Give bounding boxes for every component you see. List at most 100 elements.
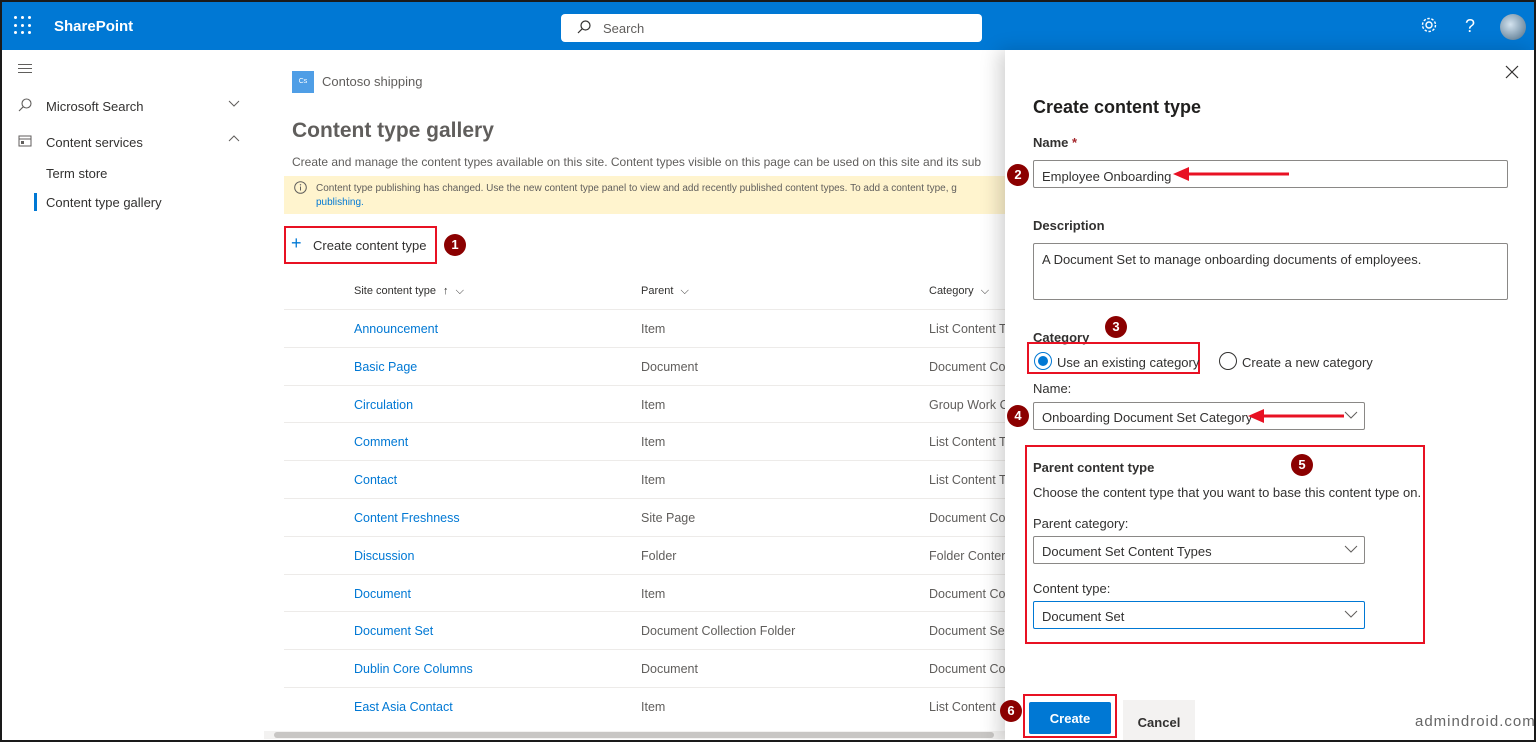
content-type-dropdown[interactable]: Document Set bbox=[1033, 601, 1365, 629]
chevron-down-icon bbox=[1344, 606, 1358, 623]
notice-text: Content type publishing has changed. Use… bbox=[316, 183, 957, 194]
create-content-type-button[interactable]: + Create content type bbox=[284, 226, 437, 264]
radio-new-category-label[interactable]: Create a new category bbox=[1242, 355, 1373, 370]
table-row[interactable]: Content Freshness Site Page Document Co bbox=[284, 499, 1016, 537]
content-type-value: Document Set bbox=[1042, 609, 1125, 624]
table-row[interactable]: Circulation Item Group Work C bbox=[284, 386, 1016, 424]
content-type-link[interactable]: Document bbox=[354, 587, 411, 601]
search-box[interactable]: Search bbox=[561, 14, 982, 42]
chevron-down-icon bbox=[1344, 541, 1358, 558]
content-type-link[interactable]: Document Set bbox=[354, 624, 433, 638]
hamburger-menu-icon[interactable] bbox=[18, 64, 32, 76]
content-type-table: Site content type ↑ ⌵ Parent ⌵ Category … bbox=[284, 274, 1016, 726]
table-row[interactable]: Basic Page Document Document Co bbox=[284, 348, 1016, 386]
content-type-link[interactable]: Comment bbox=[354, 435, 408, 449]
notice-link[interactable]: publishing. bbox=[316, 197, 364, 208]
screenshot-frame: SharePoint Search ? Microsoft Search Con… bbox=[0, 0, 1536, 742]
nav-item-content-services[interactable]: Content services bbox=[18, 130, 246, 154]
column-header-site-content-type[interactable]: Site content type ↑ ⌵ bbox=[354, 285, 464, 298]
nav-item-label: Content services bbox=[46, 135, 143, 150]
nav-subitem-term-store[interactable]: Term store bbox=[46, 166, 107, 181]
radio-existing-category-label[interactable]: Use an existing category bbox=[1057, 355, 1199, 370]
create-content-type-panel: Create content type Name * Employee Onbo… bbox=[1000, 50, 1534, 740]
nav-subitem-content-type-gallery[interactable]: Content type gallery bbox=[46, 195, 162, 210]
content-type-link[interactable]: East Asia Contact bbox=[354, 700, 453, 714]
horizontal-scrollbar[interactable] bbox=[264, 731, 1006, 739]
category-cell: Document Co bbox=[929, 359, 1006, 374]
category-cell: Folder Conter bbox=[929, 548, 1006, 563]
column-header-label: Category bbox=[929, 285, 974, 297]
table-row[interactable]: Comment Item List Content T bbox=[284, 423, 1016, 462]
table-row[interactable]: Discussion Folder Folder Conter bbox=[284, 537, 1016, 575]
description-label: Description bbox=[1033, 218, 1105, 233]
help-icon[interactable]: ? bbox=[1465, 16, 1475, 37]
parent-cell: Item bbox=[641, 397, 666, 412]
chevron-down-icon: ⌵ bbox=[455, 285, 464, 297]
description-field[interactable]: A Document Set to manage onboarding docu… bbox=[1033, 243, 1508, 300]
table-row[interactable]: Contact Item List Content T bbox=[284, 461, 1016, 499]
site-logo[interactable]: Cs bbox=[292, 71, 314, 93]
main-content: Cs Contoso shipping Content type gallery… bbox=[256, 50, 1016, 740]
chevron-down-icon[interactable] bbox=[228, 97, 240, 112]
name-field-value: Employee Onboarding bbox=[1042, 169, 1172, 184]
table-row[interactable]: Announcement Item List Content T bbox=[284, 310, 1016, 348]
step-badge-3: 3 bbox=[1105, 316, 1127, 338]
name-label-text: Name bbox=[1033, 135, 1069, 150]
column-header-category[interactable]: Category ⌵ bbox=[929, 285, 989, 298]
page-description: Create and manage the content types avai… bbox=[292, 155, 982, 169]
content-type-link[interactable]: Basic Page bbox=[354, 360, 417, 374]
site-name[interactable]: Contoso shipping bbox=[322, 74, 422, 89]
search-placeholder: Search bbox=[603, 21, 645, 36]
chevron-down-icon bbox=[1344, 407, 1358, 424]
content-type-link[interactable]: Discussion bbox=[354, 549, 414, 563]
create-button[interactable]: Create bbox=[1029, 702, 1111, 734]
content-type-link[interactable]: Circulation bbox=[354, 398, 413, 412]
radio-existing-category[interactable] bbox=[1034, 352, 1052, 370]
scrollbar-thumb[interactable] bbox=[274, 732, 994, 738]
column-header-label: Site content type bbox=[354, 285, 436, 297]
app-name[interactable]: SharePoint bbox=[54, 18, 133, 35]
content-services-icon bbox=[18, 134, 32, 151]
notice-banner: Content type publishing has changed. Use… bbox=[284, 176, 1014, 214]
search-icon bbox=[18, 98, 32, 115]
app-launcher-icon[interactable] bbox=[14, 16, 34, 36]
active-indicator bbox=[34, 193, 37, 211]
nav-item-microsoft-search[interactable]: Microsoft Search bbox=[18, 94, 246, 118]
parent-category-label: Parent category: bbox=[1033, 516, 1129, 531]
cancel-button[interactable]: Cancel bbox=[1123, 700, 1195, 740]
category-cell: List Content T bbox=[929, 435, 1007, 450]
content-type-link[interactable]: Contact bbox=[354, 473, 397, 487]
chevron-down-icon: ⌵ bbox=[680, 285, 689, 297]
close-icon[interactable] bbox=[1505, 62, 1519, 85]
step-badge-5: 5 bbox=[1291, 454, 1313, 476]
suite-header: SharePoint Search ? bbox=[2, 2, 1534, 50]
parent-cell: Folder bbox=[641, 548, 677, 563]
category-name-label: Name: bbox=[1033, 381, 1072, 396]
chevron-up-icon[interactable] bbox=[228, 133, 240, 148]
settings-gear-icon[interactable] bbox=[1420, 16, 1438, 37]
column-header-parent[interactable]: Parent ⌵ bbox=[641, 285, 689, 298]
table-row[interactable]: Dublin Core Columns Document Document Co bbox=[284, 650, 1016, 688]
page-title: Content type gallery bbox=[292, 119, 494, 142]
content-type-link[interactable]: Dublin Core Columns bbox=[354, 662, 473, 676]
user-avatar[interactable] bbox=[1500, 14, 1526, 40]
radio-new-category[interactable] bbox=[1219, 352, 1237, 370]
table-row[interactable]: Document Set Document Collection Folder Do… bbox=[284, 612, 1016, 651]
category-name-value: Onboarding Document Set Category bbox=[1042, 410, 1253, 425]
name-label: Name * bbox=[1033, 135, 1077, 150]
content-type-link[interactable]: Announcement bbox=[354, 322, 438, 336]
search-icon bbox=[577, 20, 591, 37]
parent-cell: Item bbox=[641, 435, 666, 450]
table-header: Site content type ↑ ⌵ Parent ⌵ Category … bbox=[284, 274, 1016, 310]
parent-category-dropdown[interactable]: Document Set Content Types bbox=[1033, 536, 1365, 564]
plus-icon: + bbox=[291, 233, 302, 253]
category-cell: List Content T bbox=[929, 322, 1007, 336]
table-row[interactable]: East Asia Contact Item List Content bbox=[284, 688, 1016, 726]
parent-cell: Item bbox=[641, 322, 666, 336]
table-row[interactable]: Document Item Document Co bbox=[284, 575, 1016, 613]
parent-cell: Item bbox=[641, 699, 666, 714]
step-badge-4: 4 bbox=[1007, 405, 1029, 427]
category-cell: Group Work C bbox=[929, 397, 1009, 412]
parent-category-value: Document Set Content Types bbox=[1042, 544, 1212, 559]
content-type-link[interactable]: Content Freshness bbox=[354, 511, 460, 525]
